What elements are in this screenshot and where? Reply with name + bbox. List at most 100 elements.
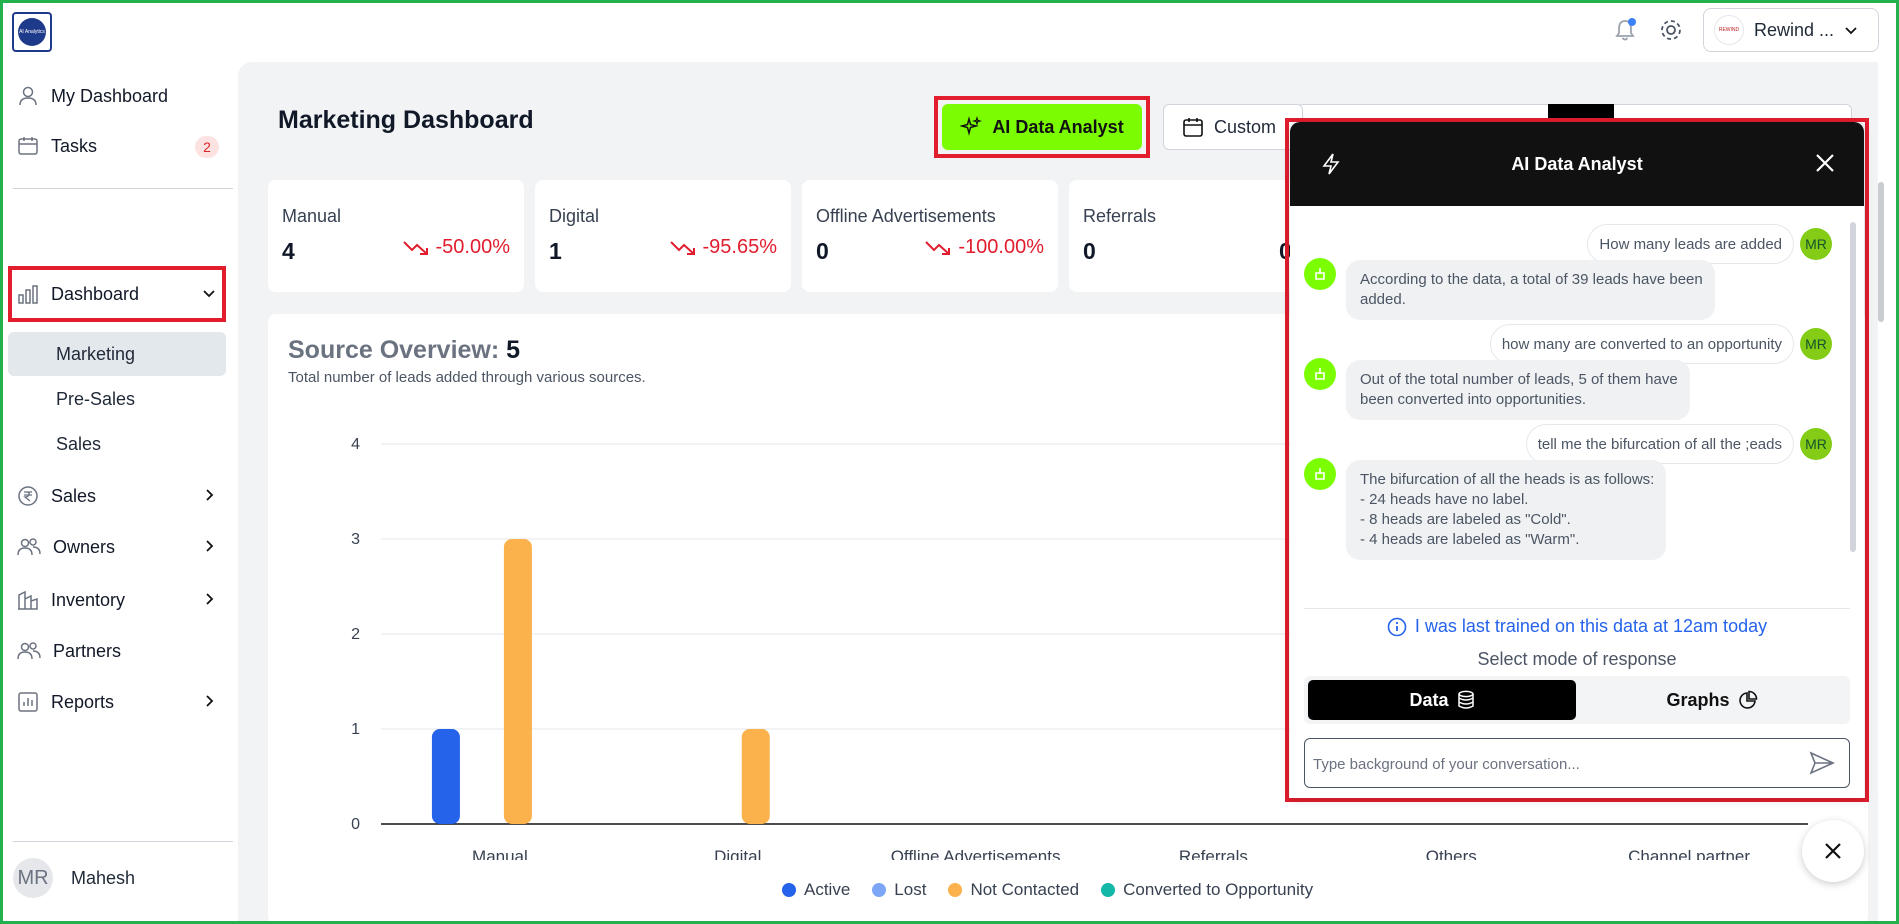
account-name: Rewind ...	[1754, 19, 1835, 40]
legend-item[interactable]: Converted to Opportunity	[1101, 880, 1313, 900]
ai-message-scrollbar[interactable]	[1850, 222, 1856, 552]
sidebar-item-label: Owners	[53, 536, 116, 557]
sidebar-sub-sales[interactable]: Sales	[8, 422, 226, 466]
bot-avatar-icon	[1304, 358, 1336, 390]
avatar: MR	[1800, 328, 1832, 360]
bell-icon[interactable]	[1611, 16, 1639, 44]
sidebar-item-dashboard[interactable]: Dashboard	[13, 274, 225, 314]
source-card-digital[interactable]: Digital 1 -95.65%	[535, 180, 791, 292]
bot-message-line: been converted into opportunities.	[1360, 391, 1586, 408]
topbar-actions: REWIND Rewind ...	[1611, 8, 1879, 52]
gear-icon[interactable]	[1657, 16, 1685, 44]
sidebar-item-partners[interactable]: Partners	[13, 631, 225, 671]
ai-training-info: I was last trained on this data at 12am …	[1290, 616, 1864, 637]
ai-message-field	[1304, 738, 1850, 788]
mode-data-button[interactable]: Data	[1308, 680, 1576, 720]
mode-graphs-button[interactable]: Graphs	[1578, 680, 1846, 720]
lightning-icon[interactable]	[1320, 152, 1342, 176]
trend-down-icon	[925, 240, 951, 255]
sidebar-item-sales[interactable]: Sales	[13, 476, 225, 516]
bot-message-line: According to the data, a total of 39 lea…	[1360, 271, 1703, 288]
avatar: MR	[1800, 228, 1832, 260]
chevron-down-icon	[203, 290, 215, 298]
floating-close-button[interactable]	[1802, 820, 1864, 882]
logo-text: AI Analytics	[18, 18, 46, 46]
bar-active[interactable]	[431, 729, 460, 824]
x-tick-label: Manual	[472, 847, 528, 860]
response-mode-label: Select mode of response	[1477, 649, 1677, 669]
legend-item[interactable]: Lost	[872, 880, 926, 900]
sidebar-item-tasks[interactable]: Tasks 2	[13, 126, 225, 166]
source-card-offline[interactable]: Offline Advertisements 0 -100.00%	[802, 180, 1058, 292]
sidebar-item-reports[interactable]: Reports	[13, 682, 225, 722]
sidebar-divider	[13, 188, 233, 189]
sidebar-sub-marketing[interactable]: Marketing	[8, 332, 226, 376]
legend-item[interactable]: Active	[782, 880, 850, 900]
user-name: Mahesh	[71, 867, 136, 888]
sidebar-item-label: Reports	[51, 691, 115, 712]
card-label: Digital	[549, 206, 600, 226]
report-icon	[18, 692, 38, 712]
bot-message-line: - 4 heads are labeled as "Warm".	[1360, 531, 1580, 548]
close-icon	[1825, 843, 1841, 859]
user-message: tell me the bifurcation of all the ;eads	[1525, 424, 1794, 464]
sidebar-item-label: Partners	[53, 640, 122, 661]
sparkles-icon	[960, 116, 983, 136]
sidebar-item-inventory[interactable]: Inventory	[13, 580, 225, 620]
card-trend: -100.00%	[924, 236, 1044, 259]
ai-button-label: AI Data Analyst	[992, 116, 1124, 137]
y-tick-label: 2	[351, 626, 360, 643]
send-icon[interactable]	[1809, 751, 1835, 775]
source-card-manual[interactable]: Manual 4 -50.00%	[268, 180, 524, 292]
legend-item[interactable]: Not Contacted	[948, 880, 1079, 900]
user-profile[interactable]: MR Mahesh	[13, 858, 135, 898]
sidebar-item-label: Tasks	[51, 135, 98, 156]
account-switcher[interactable]: REWIND Rewind ...	[1703, 8, 1879, 52]
bot-message: Out of the total number of leads, 5 of t…	[1346, 360, 1690, 420]
chevron-right-icon	[206, 489, 214, 501]
legend-label: Not Contacted	[970, 880, 1080, 899]
chevron-right-icon	[206, 695, 214, 707]
card-label: Referrals	[1083, 206, 1157, 226]
card-value: 1	[549, 238, 562, 264]
card-trend: -50.00%	[402, 236, 511, 259]
card-value: 0	[1083, 238, 1096, 264]
sidebar-item-label: My Dashboard	[51, 85, 169, 106]
card-trend-value: -50.00%	[435, 236, 511, 258]
x-tick-label: Digital	[714, 847, 761, 860]
ai-panel-header: AI Data Analyst	[1290, 122, 1864, 206]
bot-message-line: added.	[1360, 291, 1406, 308]
close-icon[interactable]	[1814, 152, 1836, 174]
card-value: 4	[282, 238, 295, 264]
sidebar-sub-pre-sales[interactable]: Pre-Sales	[8, 377, 226, 421]
custom-date-button[interactable]: Custom	[1163, 104, 1303, 150]
chart-title-text: Source Overview:	[288, 336, 500, 364]
legend-swatch	[948, 883, 963, 897]
card-trend-value: -100.00%	[958, 236, 1044, 258]
ai-message-list[interactable]: How many leads are added MR According to t…	[1290, 212, 1850, 600]
ai-message-input[interactable]	[1313, 751, 1773, 777]
chart-title: Source Overview: 5	[288, 336, 520, 365]
card-value: 0	[816, 238, 829, 264]
trend-down-icon	[402, 240, 428, 255]
card-label: Offline Advertisements	[816, 206, 996, 226]
y-tick-label: 1	[351, 721, 360, 738]
custom-date-label: Custom	[1214, 116, 1277, 137]
chevron-right-icon	[206, 540, 214, 552]
legend-swatch	[782, 883, 796, 897]
bot-message-line: Out of the total number of leads, 5 of t…	[1360, 371, 1678, 388]
bar-not-contacted[interactable]	[503, 539, 532, 824]
app-logo[interactable]: AI Analytics	[12, 12, 52, 52]
main-scrollbar[interactable]	[1878, 182, 1884, 322]
bar-not-contacted[interactable]	[741, 729, 770, 824]
chart-subtitle: Total number of leads added through vari…	[288, 369, 646, 386]
x-tick-label: Offline Advertisements	[891, 847, 1061, 860]
y-tick-label: 3	[351, 531, 360, 548]
ai-data-analyst-button[interactable]: AI Data Analyst	[942, 104, 1142, 150]
user-message: How many leads are added	[1587, 224, 1794, 264]
ai-panel-title: AI Data Analyst	[1511, 153, 1643, 174]
sidebar-item-owners[interactable]: Owners	[13, 527, 225, 567]
bot-avatar-icon	[1304, 258, 1336, 290]
legend-swatch	[1101, 883, 1116, 897]
sidebar-item-my-dashboard[interactable]: My Dashboard	[13, 76, 225, 116]
